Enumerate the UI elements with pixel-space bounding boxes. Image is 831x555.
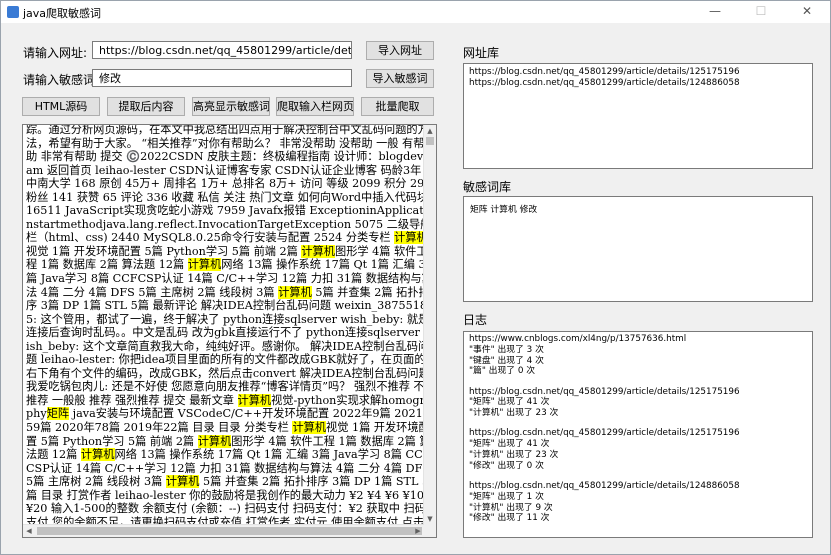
url-library-list[interactable]: https://blog.csdn.net/qq_45801299/articl… — [463, 63, 813, 169]
highlighted-sensitive-word: 计算机 — [187, 258, 222, 272]
log-entry-count: "计算机" 出现了 9 次 — [469, 502, 553, 513]
title-bar: java爬取敏感词 — ☐ ✕ — [1, 1, 830, 23]
sensitive-word-label: 请输入敏感词: — [23, 73, 100, 87]
content-segment: 5篇 并查集 2篇 拓扑排序 3篇 DP 1篇 STL 5篇 最新评论 解决ID… — [26, 285, 434, 407]
content-horizontal-scrollbar[interactable]: ◀ ▶ — [23, 524, 424, 537]
log-entry-count: "计算机" 出现了 23 次 — [469, 449, 559, 460]
log-entry-url: https://blog.csdn.net/qq_45801299/articl… — [469, 428, 740, 439]
log-entry-count: "计算机" 出现了 23 次 — [469, 408, 559, 419]
page-content-text: 踪。通过分析网页源码，在本文中我总结出四点用于解决控制台中文乱码问题的方法，希望… — [26, 124, 435, 537]
vertical-scroll-thumb[interactable] — [426, 137, 434, 145]
highlighted-sensitive-word: 计算机 — [80, 448, 115, 462]
log-area[interactable]: https://www.cnblogs.com/xl4ng/p/13757636… — [463, 331, 813, 538]
log-entry-count: "修改" 出现了 11 次 — [469, 513, 550, 524]
log-entry: https://blog.csdn.net/qq_45801299/articl… — [469, 428, 807, 471]
log-entry-count: "篇" 出现了 0 次 — [469, 366, 536, 377]
close-button[interactable]: ✕ — [784, 1, 830, 23]
scroll-left-arrow-icon[interactable]: ◀ — [23, 525, 35, 537]
maximize-button[interactable]: ☐ — [738, 1, 784, 23]
highlighted-sensitive-word: 计算机 — [278, 285, 312, 299]
log-entry-count: "键盘" 出现了 4 次 — [469, 355, 544, 366]
word-library-label: 敏感词库 — [463, 180, 512, 194]
highlighted-sensitive-word: 计算机 — [301, 244, 335, 258]
log-entry-url: https://www.cnblogs.com/xl4ng/p/13757636… — [469, 334, 687, 344]
log-entry-count: "事件" 出现了 3 次 — [469, 344, 544, 355]
scroll-down-arrow-icon[interactable]: ▼ — [424, 514, 436, 524]
word-library-text: 矩阵 计算机 修改 — [470, 205, 538, 215]
highlight-words-button[interactable]: 高亮显示敏感词 — [192, 97, 270, 116]
html-source-button[interactable]: HTML源码 — [22, 97, 100, 116]
content-vertical-scrollbar[interactable]: ▲ ▼ — [423, 125, 436, 525]
log-entry: https://blog.csdn.net/qq_45801299/articl… — [469, 481, 807, 524]
url-input[interactable]: https://blog.csdn.net/qq_45801299/articl… — [92, 41, 352, 59]
log-entry-url: https://blog.csdn.net/qq_45801299/articl… — [469, 386, 740, 397]
log-entry: https://www.cnblogs.com/xl4ng/p/13757636… — [469, 334, 807, 377]
log-entry-url: https://blog.csdn.net/qq_45801299/articl… — [469, 480, 740, 491]
log-entry-count: "矩阵" 出现了 1 次 — [469, 491, 544, 502]
word-library-box[interactable]: 矩阵 计算机 修改 — [463, 196, 813, 302]
url-library-item[interactable]: https://blog.csdn.net/qq_45801299/articl… — [469, 67, 807, 78]
highlighted-sensitive-word: 矩阵 — [46, 407, 70, 421]
url-library-item[interactable]: https://blog.csdn.net/qq_45801299/articl… — [469, 78, 807, 89]
scroll-up-arrow-icon[interactable]: ▲ — [424, 126, 436, 136]
log-entry: https://blog.csdn.net/qq_45801299/articl… — [469, 387, 807, 419]
scroll-corner — [424, 525, 436, 537]
batch-crawl-button[interactable]: 批量爬取 — [361, 97, 434, 116]
minimize-button[interactable]: — — [692, 1, 738, 23]
crawl-input-page-button[interactable]: 爬取输入栏网页 — [276, 97, 354, 116]
scroll-right-arrow-icon[interactable]: ▶ — [412, 525, 424, 537]
sensitive-word-input[interactable]: 修改 — [92, 69, 352, 87]
log-entry-count: "矩阵" 出现了 41 次 — [469, 397, 550, 408]
highlighted-sensitive-word: 计算机 — [165, 475, 200, 489]
log-entry-count: "修改" 出现了 0 次 — [469, 460, 544, 471]
content-text-area[interactable]: 踪。通过分析网页源码，在本文中我总结出四点用于解决控制台中文乱码问题的方法，希望… — [22, 124, 437, 538]
highlighted-sensitive-word: 计算机 — [237, 393, 272, 407]
import-url-button[interactable]: 导入网址 — [366, 41, 434, 60]
import-words-button[interactable]: 导入敏感词 — [366, 69, 434, 88]
highlighted-sensitive-word: 计算机 — [292, 421, 327, 435]
extract-content-button[interactable]: 提取后内容 — [107, 97, 185, 116]
content-segment: 踪。通过分析网页源码，在本文中我总结出四点用于解决控制台中文乱码问题的方法，希望… — [26, 124, 435, 245]
highlighted-sensitive-word: 计算机 — [197, 434, 232, 448]
app-icon — [7, 6, 19, 18]
url-library-label: 网址库 — [463, 46, 500, 60]
log-entry-count: "矩阵" 出现了 41 次 — [469, 439, 550, 450]
app-window: java爬取敏感词 — ☐ ✕ 请输入网址: https://blog.csdn… — [0, 0, 831, 555]
log-label: 日志 — [463, 313, 488, 327]
window-title: java爬取敏感词 — [23, 7, 102, 20]
content-segment: 视觉 1篇 开发环境配置 5篇 Python学习 5篇 前端 2篇 — [26, 244, 302, 258]
url-label: 请输入网址: — [23, 46, 88, 60]
horizontal-scroll-thumb[interactable] — [37, 527, 422, 535]
